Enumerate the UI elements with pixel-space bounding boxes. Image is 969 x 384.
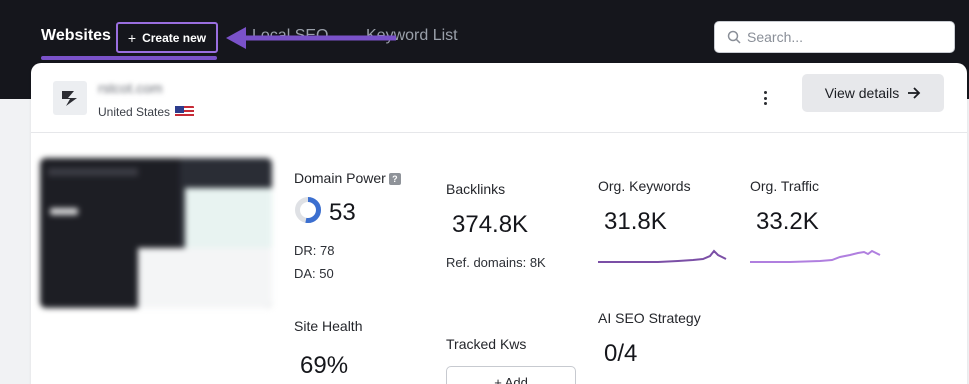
- tab-websites[interactable]: Websites: [41, 27, 111, 45]
- ai-seo-strategy-label: AI SEO Strategy: [598, 310, 701, 326]
- org-traffic-label: Org. Traffic: [750, 178, 819, 194]
- create-new-label: Create new: [142, 30, 207, 45]
- site-logo-icon: [62, 91, 77, 106]
- domain-power-label: Domain Power?: [294, 170, 401, 186]
- arrow-right-icon: [908, 87, 921, 99]
- ai-seo-strategy-value: 0/4: [604, 340, 638, 367]
- site-logo: [53, 81, 87, 115]
- search-icon: [727, 30, 741, 44]
- tracked-kws-label: Tracked Kws: [446, 336, 527, 352]
- site-country: United States: [98, 105, 195, 119]
- org-traffic-value: 33.2K: [756, 208, 819, 235]
- website-card: rstcot.com United States View details Do…: [31, 63, 967, 384]
- org-keywords-sparkline: [598, 249, 727, 263]
- org-traffic-sparkline: [750, 249, 881, 263]
- site-screenshot-thumbnail[interactable]: [40, 158, 272, 308]
- domain-power-ring: [295, 197, 321, 223]
- backlinks-value: 374.8K: [452, 211, 529, 238]
- site-domain[interactable]: rstcot.com: [98, 80, 163, 96]
- website-card-header: rstcot.com United States View details: [31, 63, 967, 133]
- active-tab-indicator: [41, 56, 217, 60]
- site-health-label: Site Health: [294, 318, 363, 334]
- domain-power-value: 53: [329, 199, 356, 226]
- plus-icon: +: [127, 29, 137, 46]
- create-new-button[interactable]: + Create new: [116, 22, 218, 53]
- da-value: DA: 50: [294, 266, 334, 281]
- view-details-button[interactable]: View details: [802, 74, 944, 112]
- add-tracked-kws-button[interactable]: + Add: [446, 366, 576, 384]
- site-health-value: 69%: [300, 352, 349, 379]
- org-keywords-value: 31.8K: [604, 208, 667, 235]
- org-keywords-label: Org. Keywords: [598, 178, 691, 194]
- country-label: United States: [98, 105, 171, 119]
- more-options-icon[interactable]: [760, 89, 770, 107]
- backlinks-label: Backlinks: [446, 181, 506, 197]
- search-box[interactable]: Search...: [714, 21, 955, 53]
- ref-domains-value: Ref. domains: 8K: [446, 255, 546, 270]
- pointer-arrow-icon: [226, 27, 396, 49]
- help-icon[interactable]: ?: [388, 173, 401, 185]
- us-flag-icon: [175, 106, 195, 118]
- dr-value: DR: 78: [294, 243, 335, 258]
- view-details-label: View details: [824, 85, 900, 101]
- search-input[interactable]: Search...: [747, 29, 803, 45]
